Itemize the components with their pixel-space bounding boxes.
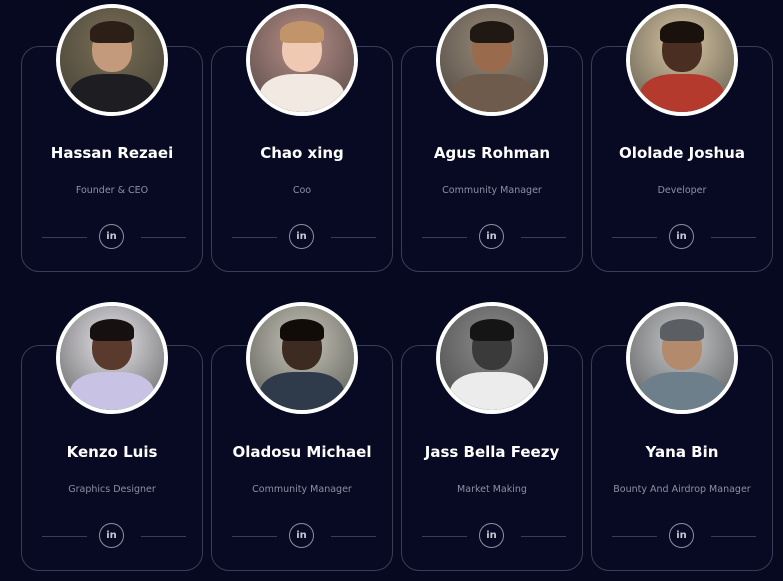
member-role: Founder & CEO bbox=[75, 185, 149, 196]
photo-hair bbox=[470, 21, 514, 43]
photo-hair bbox=[90, 319, 134, 341]
divider bbox=[232, 536, 277, 537]
divider bbox=[521, 237, 566, 238]
member-name: Oladosu Michael bbox=[232, 443, 372, 461]
divider bbox=[232, 237, 277, 238]
linkedin-icon[interactable]: in bbox=[479, 523, 504, 548]
linkedin-icon[interactable]: in bbox=[289, 224, 314, 249]
member-role: Graphics Designer bbox=[68, 484, 156, 495]
avatar-photo bbox=[246, 302, 358, 414]
member-name: Agus Rohman bbox=[433, 144, 551, 162]
photo-shirt bbox=[70, 74, 154, 112]
divider bbox=[711, 237, 756, 238]
member-name: Chao xing bbox=[260, 144, 344, 162]
member-name: Yana Bin bbox=[645, 443, 719, 461]
member-name: Jass Bella Feezy bbox=[424, 443, 560, 461]
photo-shirt bbox=[450, 372, 534, 410]
photo-shirt bbox=[260, 372, 344, 410]
photo-shirt bbox=[640, 74, 724, 112]
photo-shirt bbox=[640, 372, 724, 410]
divider bbox=[422, 237, 467, 238]
avatar-photo bbox=[56, 302, 168, 414]
member-name: Kenzo Luis bbox=[66, 443, 158, 461]
photo-hair bbox=[470, 319, 514, 341]
photo-hair bbox=[660, 21, 704, 43]
photo-shirt bbox=[450, 74, 534, 112]
member-role: Market Making bbox=[457, 484, 527, 495]
member-name: Ololade Joshua bbox=[619, 144, 745, 162]
photo-hair bbox=[90, 21, 134, 43]
member-name: Hassan Rezaei bbox=[50, 144, 174, 162]
avatar-photo bbox=[626, 302, 738, 414]
photo-shirt bbox=[260, 74, 344, 112]
divider bbox=[42, 536, 87, 537]
divider bbox=[331, 237, 376, 238]
member-role: Community Manager bbox=[442, 185, 542, 196]
photo-hair bbox=[280, 21, 324, 43]
member-role: Bounty And Airdrop Manager bbox=[613, 484, 751, 495]
avatar-photo bbox=[626, 4, 738, 116]
linkedin-icon[interactable]: in bbox=[479, 224, 504, 249]
avatar-photo bbox=[246, 4, 358, 116]
divider bbox=[422, 536, 467, 537]
linkedin-icon[interactable]: in bbox=[99, 523, 124, 548]
divider bbox=[521, 536, 566, 537]
divider bbox=[141, 536, 186, 537]
avatar-photo bbox=[56, 4, 168, 116]
divider bbox=[711, 536, 756, 537]
photo-shirt bbox=[70, 372, 154, 410]
linkedin-icon[interactable]: in bbox=[669, 224, 694, 249]
divider bbox=[331, 536, 376, 537]
avatar-photo bbox=[436, 302, 548, 414]
member-role: Developer bbox=[657, 185, 707, 196]
divider bbox=[42, 237, 87, 238]
linkedin-icon[interactable]: in bbox=[669, 523, 694, 548]
member-role: Coo bbox=[292, 185, 312, 196]
divider bbox=[612, 536, 657, 537]
linkedin-icon[interactable]: in bbox=[289, 523, 314, 548]
photo-hair bbox=[280, 319, 324, 341]
linkedin-icon[interactable]: in bbox=[99, 224, 124, 249]
divider bbox=[141, 237, 186, 238]
divider bbox=[612, 237, 657, 238]
photo-hair bbox=[660, 319, 704, 341]
avatar-photo bbox=[436, 4, 548, 116]
member-role: Community Manager bbox=[252, 484, 352, 495]
